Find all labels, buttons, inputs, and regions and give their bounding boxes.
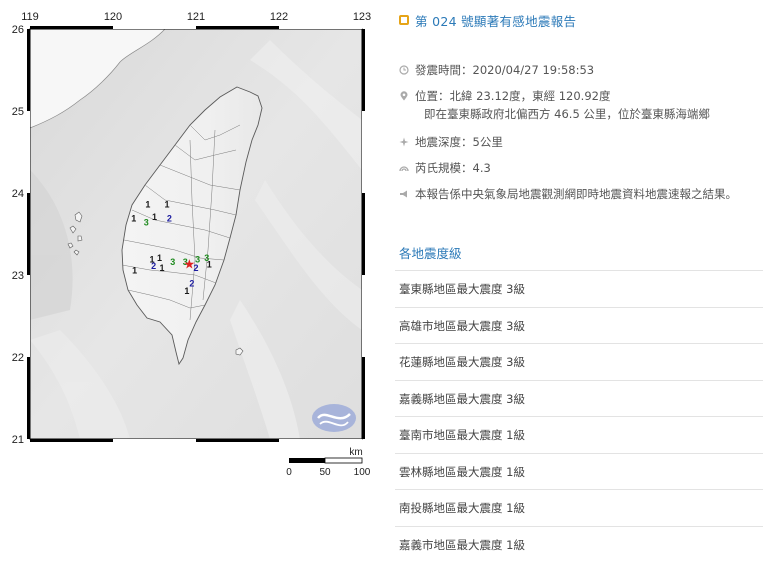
location-row: 位置：北緯 23.12度，東經 120.92度 xyxy=(399,88,610,104)
time-label: 發震時間： xyxy=(415,63,473,77)
cwb-logo xyxy=(312,404,356,432)
list-item: 臺南市地區最大震度 1級 xyxy=(395,416,763,453)
latitude-label: 21 xyxy=(12,434,24,446)
intensity-label: 1 xyxy=(159,263,164,273)
depth-row: 地震深度：5公里 xyxy=(399,134,503,150)
list-item: 嘉義縣地區最大震度 3級 xyxy=(395,379,763,417)
intensity-section-title: 各地震度級 xyxy=(399,246,462,261)
intensity-label: 1 xyxy=(157,253,162,263)
depth-icon xyxy=(399,137,409,147)
magnitude-icon xyxy=(399,166,409,172)
latitude-label: 24 xyxy=(12,188,24,200)
epicenter-star-icon: ★ xyxy=(184,258,196,273)
note-row: 本報告係中央氣象局地震觀測網即時地震資料地震速報之結果。 xyxy=(399,186,737,202)
scale-unit: km xyxy=(349,447,362,458)
depth-label: 地震深度： xyxy=(415,135,473,149)
longitude-label: 121 xyxy=(187,11,205,23)
intensity-label: 1 xyxy=(164,200,169,210)
longitude-label: 120 xyxy=(104,11,122,23)
latitude-label: 22 xyxy=(12,352,24,364)
report-panel: 第 024 號顯著有感地震報告 發震時間：2020/04/27 19:58:53… xyxy=(395,0,763,581)
list-item: 高雄市地區最大震度 3級 xyxy=(395,306,763,344)
list-item: 雲林縣地區最大震度 1級 xyxy=(395,452,763,490)
intensity-label: 2 xyxy=(189,278,194,288)
earthquake-map: 119 120 121 122 123 26 25 24 23 22 21 11113211233… xyxy=(0,0,380,480)
longitude-label: 119 xyxy=(21,11,39,23)
intensity-label: 1 xyxy=(131,214,136,224)
intensity-label: 2 xyxy=(167,214,172,224)
intensity-label: 1 xyxy=(132,265,137,275)
intensity-label: 2 xyxy=(151,261,156,271)
report-title: 第 024 號顯著有感地震報告 xyxy=(399,11,576,30)
location-pin-icon xyxy=(400,91,408,101)
longitude-label: 122 xyxy=(270,11,288,23)
latitude-label: 25 xyxy=(12,106,24,118)
megaphone-icon xyxy=(400,190,407,198)
scale-tick-0: 0 xyxy=(286,467,292,478)
magnitude-value: 4.3 xyxy=(472,161,491,175)
magnitude-label: 芮氏規模： xyxy=(415,161,473,175)
magnitude-row: 芮氏規模：4.3 xyxy=(399,160,491,176)
list-item: 南投縣地區最大震度 1級 xyxy=(395,489,763,526)
intensity-label: 1 xyxy=(207,260,212,270)
report-title-text: 第 024 號顯著有感地震報告 xyxy=(415,14,577,29)
bullet-square-icon xyxy=(399,15,409,25)
location-detail: 即在臺東縣政府北偏西方 46.5 公里，位於臺東縣海端鄉 xyxy=(424,107,710,121)
intensity-list: 臺東縣地區最大震度 3級 高雄市地區最大震度 3級 花蓮縣地區最大震度 3級 嘉… xyxy=(395,270,763,562)
latitude-label: 26 xyxy=(12,24,24,36)
scale-tick-100: 100 xyxy=(354,467,371,478)
time-row: 發震時間：2020/04/27 19:58:53 xyxy=(399,62,594,78)
clock-icon xyxy=(399,65,409,75)
latitude-labels: 26 25 24 23 22 21 xyxy=(12,24,24,446)
list-item: 嘉義市地區最大震度 1級 xyxy=(395,525,763,563)
report-note: 本報告係中央氣象局地震觀測網即時地震資料地震速報之結果。 xyxy=(415,187,737,201)
map-svg: 119 120 121 122 123 262524232221 1 11 13 21 12 3 3… xyxy=(12,11,371,478)
intensity-label: 1 xyxy=(152,212,157,222)
intensity-label: 3 xyxy=(170,257,175,267)
intensity-label: 1 xyxy=(145,200,150,210)
scale-tick-50: 50 xyxy=(319,467,331,478)
depth-value: 5公里 xyxy=(472,135,503,149)
time-value: 2020/04/27 19:58:53 xyxy=(472,63,595,77)
intensity-label: 3 xyxy=(144,218,149,228)
location-value: 北緯 23.12度，東經 120.92度 xyxy=(449,89,611,103)
scale-bar: km 0 50 100 xyxy=(286,447,371,478)
longitude-label: 123 xyxy=(353,11,371,23)
longitude-labels: 119 120 121 122 123 xyxy=(21,11,371,23)
list-item: 花蓮縣地區最大震度 3級 xyxy=(395,343,763,380)
location-label: 位置： xyxy=(415,89,450,103)
list-item: 臺東縣地區最大震度 3級 xyxy=(395,270,763,307)
intensity-label: 1 xyxy=(184,286,189,296)
latitude-label: 23 xyxy=(12,270,24,282)
